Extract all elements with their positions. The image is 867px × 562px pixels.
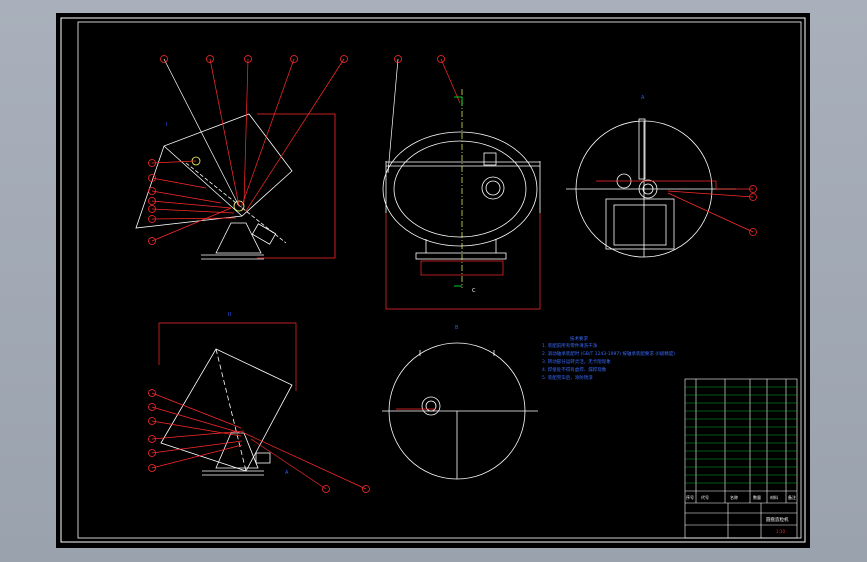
notes-line-2: 2. 滚动轴承装配时 (GB/T 1243-1997) 按轴承装配要求 (II级… <box>542 350 675 357</box>
view-label-bottom: B <box>455 325 459 331</box>
view-label-right: A <box>641 95 645 101</box>
arrow-label-a: A <box>285 470 289 476</box>
tb-header-0: 序号 <box>686 494 694 500</box>
notes-line-5: 5. 装配完毕后，涂防锈漆 <box>542 374 593 381</box>
tb-drawing-name: 圆盘造粒机 <box>766 516 789 523</box>
bottom-view-b <box>382 342 538 480</box>
side-view-bottom-frame <box>158 322 297 391</box>
title-block-header: 序号 代号 名称 数量 材料 备注 <box>686 494 796 500</box>
notes-line-1: 1. 装配前所有零件清洗干净 <box>542 342 598 349</box>
front-section-arrows <box>454 96 463 287</box>
cad-drawing: I C A II A B 技术要求 1. 装配前所有零件清洗干净 2. 滚动轴承… <box>60 17 806 543</box>
tb-header-1: 代号 <box>701 494 709 500</box>
notes-line-4: 4. 焊接处不得有虚焊、漏焊现象 <box>542 366 607 373</box>
front-view <box>382 131 541 260</box>
tb-header-2: 名称 <box>730 494 738 500</box>
leaders-top-left <box>151 58 345 242</box>
right-view-a <box>566 118 736 258</box>
drawing-border <box>60 17 806 543</box>
view-label-side-bottom: II <box>228 312 231 318</box>
callouts-front <box>394 55 445 63</box>
notes-line-3: 3. 转动部分运转灵活，无卡阻现象 <box>542 358 611 365</box>
notes-title: 技术要求 <box>570 335 588 342</box>
drawing-viewport[interactable]: I C A II A B 技术要求 1. 装配前所有零件清洗干净 2. 滚动轴承… <box>56 13 810 548</box>
tb-header-4: 材料 <box>770 494 778 500</box>
tb-header-3: 数量 <box>753 494 761 500</box>
side-view-bottom <box>160 348 293 476</box>
section-label-c: C <box>472 288 476 294</box>
tb-sheet: 1:10 <box>776 529 785 534</box>
drawing-inner-frame <box>77 21 802 539</box>
callouts-top-left <box>148 55 348 245</box>
tb-header-5: 备注 <box>788 494 796 500</box>
technical-notes: 技术要求 1. 装配前所有零件清洗干净 2. 滚动轴承装配时 (GB/T 124… <box>542 335 675 381</box>
view-label-side-top: I <box>166 122 167 128</box>
front-view-dims <box>385 58 541 310</box>
title-block-rows <box>685 386 797 484</box>
